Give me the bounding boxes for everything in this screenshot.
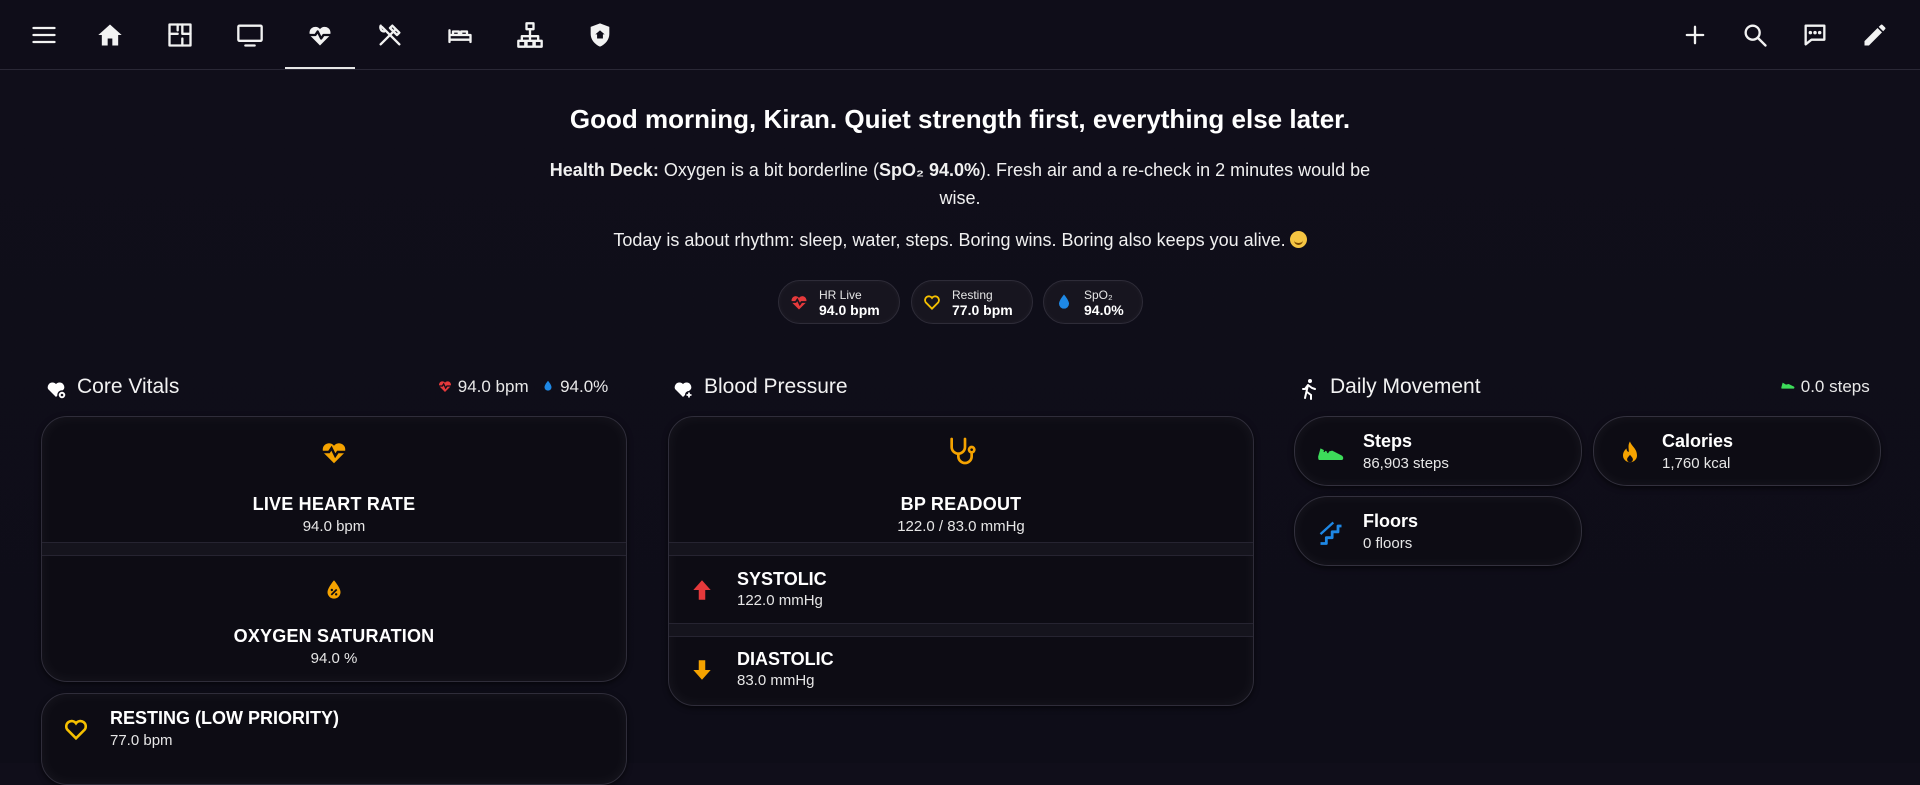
floorplan-icon[interactable]: [158, 13, 202, 57]
heart-pulse-icon: [791, 296, 807, 310]
core-vitals-summary: 94.0 bpm 94.0%: [437, 377, 608, 397]
health-deck-pre: Oxygen is a bit borderline (: [658, 160, 879, 180]
core-vitals-title: Core Vitals: [77, 375, 180, 398]
steps-tile[interactable]: Steps 86,903 steps: [1294, 416, 1582, 486]
greeting-title: Good morning, Kiran. Quiet strength firs…: [569, 104, 1351, 134]
shield-home-icon[interactable]: [578, 13, 622, 57]
oxygen-saturation-tile[interactable]: OXYGEN SATURATION 94.0 %: [42, 577, 626, 667]
heart-plus-icon: [674, 382, 693, 399]
spo2-summary: 94.0%: [560, 377, 609, 396]
shoe-icon: [1781, 382, 1795, 389]
walk-icon: [1302, 379, 1316, 400]
systolic-value: 122.0 mmHg: [737, 592, 823, 609]
stethoscope-icon: [950, 437, 976, 465]
oxygen-saturation-label: OXYGEN SATURATION: [233, 626, 435, 646]
chat-icon[interactable]: [1793, 13, 1837, 57]
health-deck-message: Health Deck: Oxygen is a bit borderline …: [545, 156, 1375, 212]
chip-value: 94.0 bpm: [819, 302, 880, 318]
bp-readout-tile[interactable]: BP READOUT 122.0 / 83.0 mmHg: [669, 435, 1253, 535]
heart-pulse-icon[interactable]: [298, 13, 342, 57]
resting-value: 77.0 bpm: [110, 732, 173, 749]
shoe-icon: [1318, 448, 1344, 460]
core-vitals-card: LIVE HEART RATE 94.0 bpm OXYGEN SATURATI…: [41, 416, 627, 682]
plus-icon[interactable]: [1673, 13, 1717, 57]
oxygen-saturation-value: 94.0 %: [310, 650, 358, 667]
vitals-chips: HR Live 94.0 bpm Resting 77.0 bpm SpO₂ 9…: [0, 280, 1920, 324]
heart-outline-icon: [924, 295, 940, 310]
diastolic-label: DIASTOLIC: [737, 649, 834, 669]
water-drop-icon: [544, 380, 552, 391]
chip-value: 94.0%: [1084, 302, 1124, 318]
water-percent-icon: [327, 580, 341, 599]
floors-value: 0 floors: [1363, 535, 1413, 552]
calories-tile[interactable]: Calories 1,760 kcal: [1593, 416, 1881, 486]
chip-spo2[interactable]: SpO₂ 94.0%: [1043, 280, 1143, 324]
calories-label: Calories: [1662, 431, 1734, 451]
divider: [669, 623, 1253, 637]
live-heart-rate-label: LIVE HEART RATE: [252, 494, 416, 514]
active-tab-indicator: [285, 67, 355, 69]
rhythm-text: Today is about rhythm: sleep, water, ste…: [613, 230, 1286, 250]
home-icon[interactable]: [88, 13, 132, 57]
diastolic-value: 83.0 mmHg: [737, 672, 815, 689]
utensils-icon[interactable]: [368, 13, 412, 57]
resting-label: RESTING (LOW PRIORITY): [110, 708, 339, 728]
arrow-up-icon: [693, 580, 711, 600]
daily-movement-title: Daily Movement: [1330, 375, 1481, 398]
top-app-bar: [0, 0, 1920, 70]
water-drop-icon: [1059, 294, 1069, 309]
search-icon[interactable]: [1733, 13, 1777, 57]
tv-icon[interactable]: [228, 13, 272, 57]
systolic-label: SYSTOLIC: [737, 569, 827, 589]
floors-label: Floors: [1363, 511, 1419, 531]
divider: [669, 542, 1253, 556]
live-heart-rate-value: 94.0 bpm: [302, 518, 366, 535]
chip-label: SpO₂: [1084, 288, 1113, 302]
menu-icon[interactable]: [22, 13, 66, 57]
heart-pulse-icon: [322, 443, 346, 464]
smile-emoji-icon: [1289, 231, 1307, 248]
heart-pulse-icon: [439, 381, 451, 392]
fire-icon: [1623, 441, 1637, 463]
network-icon[interactable]: [508, 13, 552, 57]
chip-label: HR Live: [819, 288, 862, 302]
health-deck-post: ). Fresh air and a re-check in 2 minutes…: [939, 160, 1371, 208]
bp-readout-label: BP READOUT: [900, 494, 1022, 514]
heart-cog-icon: [47, 382, 67, 400]
divider: [42, 542, 626, 556]
floors-tile[interactable]: Floors 0 floors: [1294, 496, 1582, 566]
hr-summary: 94.0 bpm: [457, 377, 529, 396]
chip-resting[interactable]: Resting 77.0 bpm: [911, 280, 1033, 324]
steps-label: Steps: [1363, 431, 1413, 451]
bed-icon[interactable]: [438, 13, 482, 57]
blood-pressure-title: Blood Pressure: [704, 375, 848, 398]
health-deck-spo2: SpO₂ 94.0%: [878, 160, 980, 180]
calories-value: 1,760 kcal: [1662, 455, 1731, 472]
resting-heart-rate-card[interactable]: RESTING (LOW PRIORITY) 77.0 bpm: [41, 693, 627, 785]
blood-pressure-card: BP READOUT 122.0 / 83.0 mmHg SYSTOLIC 12…: [668, 416, 1254, 706]
chip-hr-live[interactable]: HR Live 94.0 bpm: [778, 280, 900, 324]
chip-label: Resting: [952, 288, 993, 302]
arrow-down-icon: [693, 660, 711, 680]
steps-summary-value: 0.0 steps: [1800, 377, 1870, 396]
rhythm-message: Today is about rhythm: sleep, water, ste…: [0, 230, 1920, 251]
health-deck-label: Health Deck:: [549, 160, 659, 180]
live-heart-rate-tile[interactable]: LIVE HEART RATE 94.0 bpm: [42, 437, 626, 535]
steps-value: 86,903 steps: [1363, 455, 1449, 472]
steps-summary: 0.0 steps: [1780, 377, 1870, 397]
stairs-icon: [1319, 521, 1342, 545]
pencil-icon[interactable]: [1853, 13, 1897, 57]
heart-outline-icon: [64, 719, 88, 741]
chip-value: 77.0 bpm: [952, 302, 1013, 318]
bp-readout-value: 122.0 / 83.0 mmHg: [897, 518, 1025, 535]
